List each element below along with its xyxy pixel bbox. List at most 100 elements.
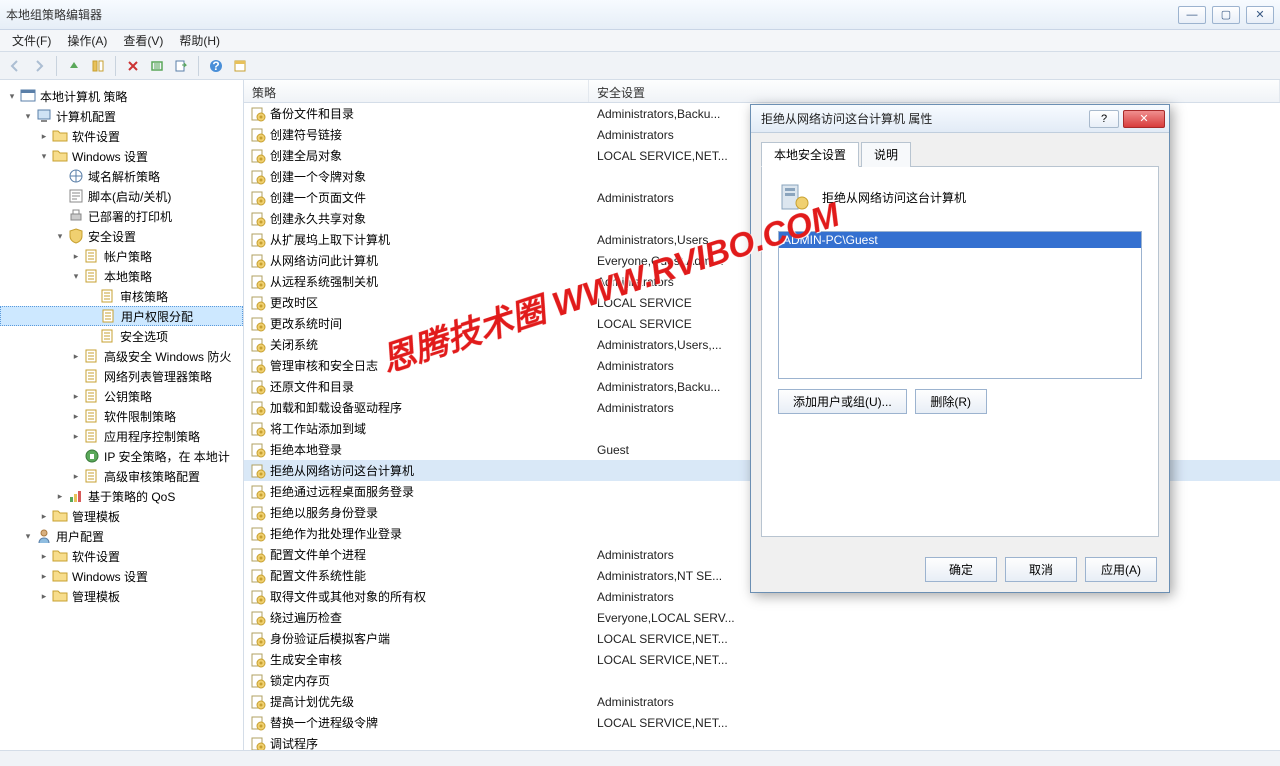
list-row[interactable]: 调试程序 — [244, 733, 1280, 750]
expander-icon[interactable]: ▸ — [70, 250, 82, 262]
users-listbox[interactable]: ADMIN-PC\Guest — [778, 231, 1142, 379]
policy-icon — [250, 400, 266, 416]
tree-node[interactable]: ▸软件设置 — [0, 546, 243, 566]
expander-icon[interactable] — [54, 170, 66, 182]
expander-icon[interactable]: ▸ — [38, 590, 50, 602]
tree-node[interactable]: 脚本(启动/关机) — [0, 186, 243, 206]
minimize-button[interactable]: — — [1178, 6, 1206, 24]
tree-node[interactable]: 安全选项 — [0, 326, 243, 346]
expander-icon[interactable]: ▾ — [22, 110, 34, 122]
tree-node[interactable]: ▸软件限制策略 — [0, 406, 243, 426]
expander-icon[interactable]: ▾ — [70, 270, 82, 282]
ok-button[interactable]: 确定 — [925, 557, 997, 582]
expander-icon[interactable] — [70, 370, 82, 382]
server-icon — [778, 181, 810, 213]
tab-explain[interactable]: 说明 — [861, 142, 911, 167]
expander-icon[interactable]: ▸ — [38, 550, 50, 562]
tree-node[interactable]: ▸ 基于策略的 QoS — [0, 486, 243, 506]
expander-icon[interactable]: ▸ — [70, 410, 82, 422]
properties-button[interactable] — [229, 55, 251, 77]
listbox-item[interactable]: ADMIN-PC\Guest — [779, 232, 1141, 248]
expander-icon[interactable] — [54, 190, 66, 202]
policy-name: 创建永久共享对象 — [270, 210, 366, 227]
policy-icon — [100, 288, 116, 304]
remove-button[interactable]: 删除(R) — [915, 389, 987, 414]
menu-file[interactable]: 文件(F) — [4, 30, 59, 51]
back-button[interactable] — [4, 55, 26, 77]
help-button[interactable]: ? — [205, 55, 227, 77]
menu-action[interactable]: 操作(A) — [59, 30, 115, 51]
expander-icon[interactable]: ▸ — [38, 570, 50, 582]
security-setting: Everyone,LOCAL SERV... — [589, 611, 1280, 625]
tree-node[interactable]: ▸管理模板 — [0, 506, 243, 526]
expander-icon[interactable]: ▾ — [6, 90, 18, 102]
dialog-help-button[interactable]: ? — [1089, 110, 1119, 128]
expander-icon[interactable]: ▾ — [38, 150, 50, 162]
menu-view[interactable]: 查看(V) — [115, 30, 171, 51]
policy-icon — [250, 232, 266, 248]
tree-node[interactable]: ▸公钥策略 — [0, 386, 243, 406]
tree-node[interactable]: ▸帐户策略 — [0, 246, 243, 266]
tree-node[interactable]: ▸高级安全 Windows 防火 — [0, 346, 243, 366]
tree-node[interactable]: ▸高级审核策略配置 — [0, 466, 243, 486]
delete-button[interactable] — [122, 55, 144, 77]
tree-node[interactable]: ▸应用程序控制策略 — [0, 426, 243, 446]
up-button[interactable] — [63, 55, 85, 77]
expander-icon[interactable]: ▸ — [38, 130, 50, 142]
tree-node[interactable]: IP 安全策略，在 本地计 — [0, 446, 243, 466]
tree-node[interactable]: 审核策略 — [0, 286, 243, 306]
tree-node-label: 本地计算机 策略 — [40, 88, 127, 105]
list-row[interactable]: 锁定内存页 — [244, 670, 1280, 691]
forward-button[interactable] — [28, 55, 50, 77]
list-row[interactable]: 替换一个进程级令牌LOCAL SERVICE,NET... — [244, 712, 1280, 733]
close-button[interactable]: ✕ — [1246, 6, 1274, 24]
expander-icon[interactable] — [54, 210, 66, 222]
expander-icon[interactable]: ▸ — [70, 430, 82, 442]
tree-node[interactable]: ▾Windows 设置 — [0, 146, 243, 166]
apply-button[interactable]: 应用(A) — [1085, 557, 1157, 582]
add-user-or-group-button[interactable]: 添加用户或组(U)... — [778, 389, 907, 414]
tab-local-security-setting[interactable]: 本地安全设置 — [761, 142, 859, 167]
expander-icon[interactable]: ▸ — [70, 350, 82, 362]
dialog-close-button[interactable]: ✕ — [1123, 110, 1165, 128]
tree-node[interactable]: ▾计算机配置 — [0, 106, 243, 126]
tree-node[interactable]: ▸软件设置 — [0, 126, 243, 146]
tree-node[interactable]: ▾用户配置 — [0, 526, 243, 546]
menu-help[interactable]: 帮助(H) — [171, 30, 228, 51]
expander-icon[interactable] — [70, 450, 82, 462]
dialog-titlebar[interactable]: 拒绝从网络访问这台计算机 属性 ? ✕ — [751, 105, 1169, 133]
expander-icon[interactable] — [86, 290, 98, 302]
tree-node[interactable]: ▸Windows 设置 — [0, 566, 243, 586]
expander-icon[interactable]: ▾ — [22, 530, 34, 542]
policy-name: 配置文件系统性能 — [270, 567, 366, 584]
tree-node[interactable]: ▸管理模板 — [0, 586, 243, 606]
tree-node[interactable]: ▾ 本地计算机 策略 — [0, 86, 243, 106]
export-button[interactable] — [170, 55, 192, 77]
show-hide-tree-button[interactable] — [87, 55, 109, 77]
list-row[interactable]: 身份验证后模拟客户端LOCAL SERVICE,NET... — [244, 628, 1280, 649]
list-row[interactable]: 生成安全审核LOCAL SERVICE,NET... — [244, 649, 1280, 670]
expander-icon[interactable]: ▸ — [70, 390, 82, 402]
expander-icon[interactable] — [87, 310, 99, 322]
refresh-button[interactable] — [146, 55, 168, 77]
tree-node[interactable]: ▾安全设置 — [0, 226, 243, 246]
expander-icon[interactable] — [86, 330, 98, 342]
column-security-setting[interactable]: 安全设置 — [589, 80, 1280, 102]
tree-node[interactable]: 用户权限分配 — [0, 306, 243, 326]
expander-icon[interactable]: ▸ — [38, 510, 50, 522]
tree-node[interactable]: 域名解析策略 — [0, 166, 243, 186]
tree-node[interactable]: 已部署的打印机 — [0, 206, 243, 226]
list-row[interactable]: 绕过遍历检查Everyone,LOCAL SERV... — [244, 607, 1280, 628]
expander-icon[interactable]: ▸ — [70, 470, 82, 482]
policy-name: 身份验证后模拟客户端 — [270, 630, 390, 647]
column-policy[interactable]: 策略 — [244, 80, 589, 102]
cancel-button[interactable]: 取消 — [1005, 557, 1077, 582]
maximize-button[interactable]: ▢ — [1212, 6, 1240, 24]
expander-icon[interactable]: ▾ — [54, 230, 66, 242]
tree-node[interactable]: ▾本地策略 — [0, 266, 243, 286]
tree-node-label: 基于策略的 QoS — [88, 488, 175, 505]
expander-icon[interactable]: ▸ — [54, 490, 66, 502]
ipsec-icon — [84, 448, 100, 464]
tree-node[interactable]: 网络列表管理器策略 — [0, 366, 243, 386]
list-row[interactable]: 提高计划优先级Administrators — [244, 691, 1280, 712]
